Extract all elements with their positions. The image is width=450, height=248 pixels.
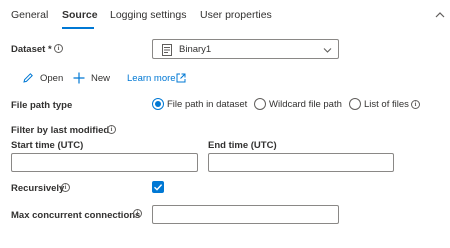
recursively-checkbox[interactable] (152, 181, 164, 193)
new-button[interactable]: New (73, 70, 113, 86)
external-link-icon (176, 73, 186, 86)
chevron-down-icon (323, 46, 332, 57)
dataset-info-icon[interactable]: i (54, 44, 63, 53)
recursively-label: Recursively (11, 183, 65, 194)
tab-general[interactable]: General (11, 9, 48, 21)
recursively-info-icon[interactable]: i (61, 183, 70, 192)
new-label: New (91, 73, 111, 84)
radio-circle (152, 98, 164, 110)
filter-info-icon[interactable]: i (107, 125, 116, 134)
radio-label: List of files (364, 99, 409, 110)
max-connections-label: Max concurrent connections (11, 210, 141, 221)
plus-icon (73, 72, 85, 87)
radio-circle (349, 98, 361, 110)
start-time-label: Start time (UTC) (11, 140, 84, 151)
end-time-label: End time (UTC) (208, 140, 277, 151)
radio-wildcard-file-path[interactable]: Wildcard file path (254, 98, 344, 112)
filter-last-modified-label: Filter by last modified (11, 125, 110, 136)
tab-logging-settings[interactable]: Logging settings (110, 9, 186, 21)
learn-more-label: Learn more (127, 73, 176, 84)
radio-file-path-in-dataset[interactable]: File path in dataset (152, 98, 247, 112)
checkmark-icon (154, 184, 163, 191)
list-of-files-info-icon[interactable]: i (411, 100, 420, 109)
radio-circle (254, 98, 266, 110)
dataset-label: Dataset * (11, 44, 52, 55)
radio-label: Wildcard file path (269, 99, 342, 110)
file-path-type-label: File path type (11, 100, 73, 111)
tab-bar: General Source Logging settings User pro… (0, 0, 450, 32)
radio-label: File path in dataset (167, 99, 248, 110)
open-label: Open (40, 73, 64, 84)
end-time-input[interactable] (208, 153, 394, 172)
chevron-up-icon[interactable] (433, 8, 447, 22)
tab-user-properties[interactable]: User properties (200, 9, 272, 21)
active-tab-indicator (62, 27, 94, 29)
open-button[interactable]: Open (22, 70, 66, 86)
edit-pencil-icon (22, 72, 34, 87)
start-time-input[interactable] (11, 153, 198, 172)
dataset-select-value: Binary1 (179, 44, 212, 55)
learn-more-link[interactable]: Learn more (127, 70, 189, 86)
dataset-select[interactable]: Binary1 (152, 39, 339, 59)
max-connections-input[interactable] (152, 205, 339, 224)
max-connections-info-icon[interactable]: i (133, 209, 142, 218)
tab-source[interactable]: Source (62, 9, 98, 21)
dataset-icon (162, 44, 173, 59)
radio-list-of-files[interactable]: List of files (349, 98, 409, 112)
